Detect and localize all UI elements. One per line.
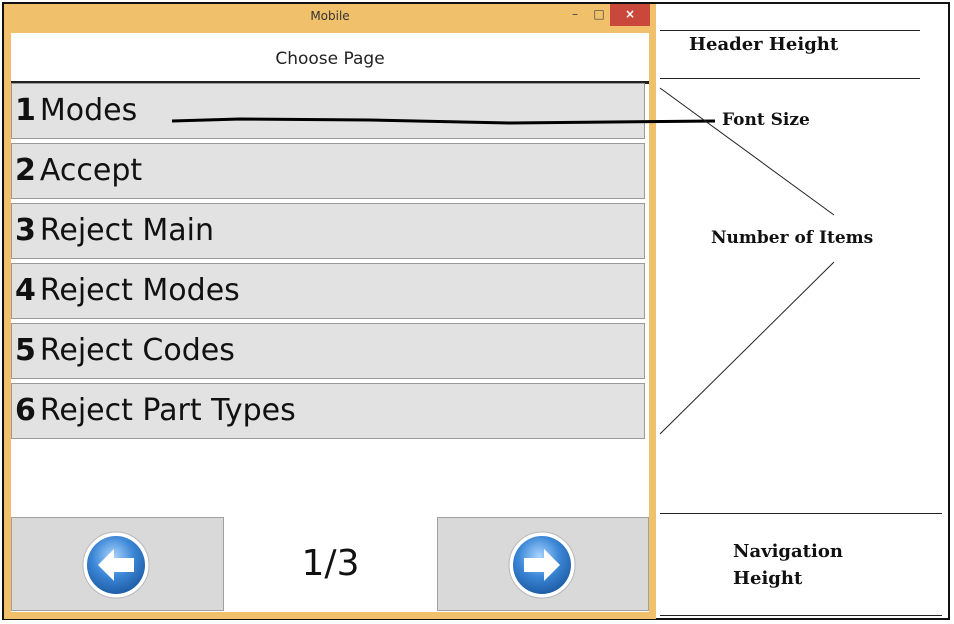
navigation-height-top-line (660, 513, 942, 514)
next-page-button[interactable] (437, 517, 649, 611)
arrow-right-icon (508, 531, 576, 599)
page-header: Choose Page (275, 49, 385, 69)
mobile-window: Mobile – □ × Choose Page 1 Modes 2 Accept … (4, 4, 656, 619)
font-size-label: Font Size (722, 110, 810, 130)
navigation-height-bottom-line (660, 615, 942, 616)
item-label: Modes (39, 93, 138, 128)
arrow-left-icon (82, 531, 150, 599)
item-label: Reject Modes (39, 273, 240, 308)
navigation-height-label-line2: Height (733, 568, 803, 589)
close-button[interactable]: × (610, 4, 650, 26)
minimize-button[interactable]: – (564, 4, 586, 26)
item-label: Reject Part Types (39, 393, 296, 428)
item-label: Reject Main (39, 213, 215, 248)
page-indicator: 1/3 (301, 543, 360, 584)
header-height-label: Header Height (689, 34, 839, 55)
list-item-modes[interactable]: 1 Modes (11, 83, 645, 139)
previous-page-button[interactable] (11, 517, 224, 611)
list-item-accept[interactable]: 2 Accept (11, 143, 645, 199)
list-item-reject-modes[interactable]: 4 Reject Modes (11, 263, 645, 319)
title-bar[interactable]: Mobile – □ × (4, 4, 656, 30)
item-number: 4 (15, 273, 36, 308)
window-title: Mobile (310, 9, 350, 23)
navigation-height-label-line1: Navigation (733, 541, 843, 562)
item-number: 2 (15, 153, 36, 188)
item-number: 5 (15, 333, 36, 368)
item-label: Accept (39, 153, 143, 188)
list-item-reject-part-types[interactable]: 6 Reject Part Types (11, 383, 645, 439)
number-of-items-label: Number of Items (711, 228, 874, 248)
item-number: 1 (15, 93, 36, 128)
header-height-bottom-line (660, 78, 920, 79)
list-item-reject-codes[interactable]: 5 Reject Codes (11, 323, 645, 379)
item-label: Reject Codes (39, 333, 235, 368)
header-height-top-line (660, 30, 920, 31)
item-number: 3 (15, 213, 36, 248)
maximize-button[interactable]: □ (588, 4, 610, 26)
item-number: 6 (15, 393, 36, 428)
window-client-area: Choose Page 1 Modes 2 Accept 3 Reject Main … (11, 33, 649, 612)
list-item-reject-main[interactable]: 3 Reject Main (11, 203, 645, 259)
